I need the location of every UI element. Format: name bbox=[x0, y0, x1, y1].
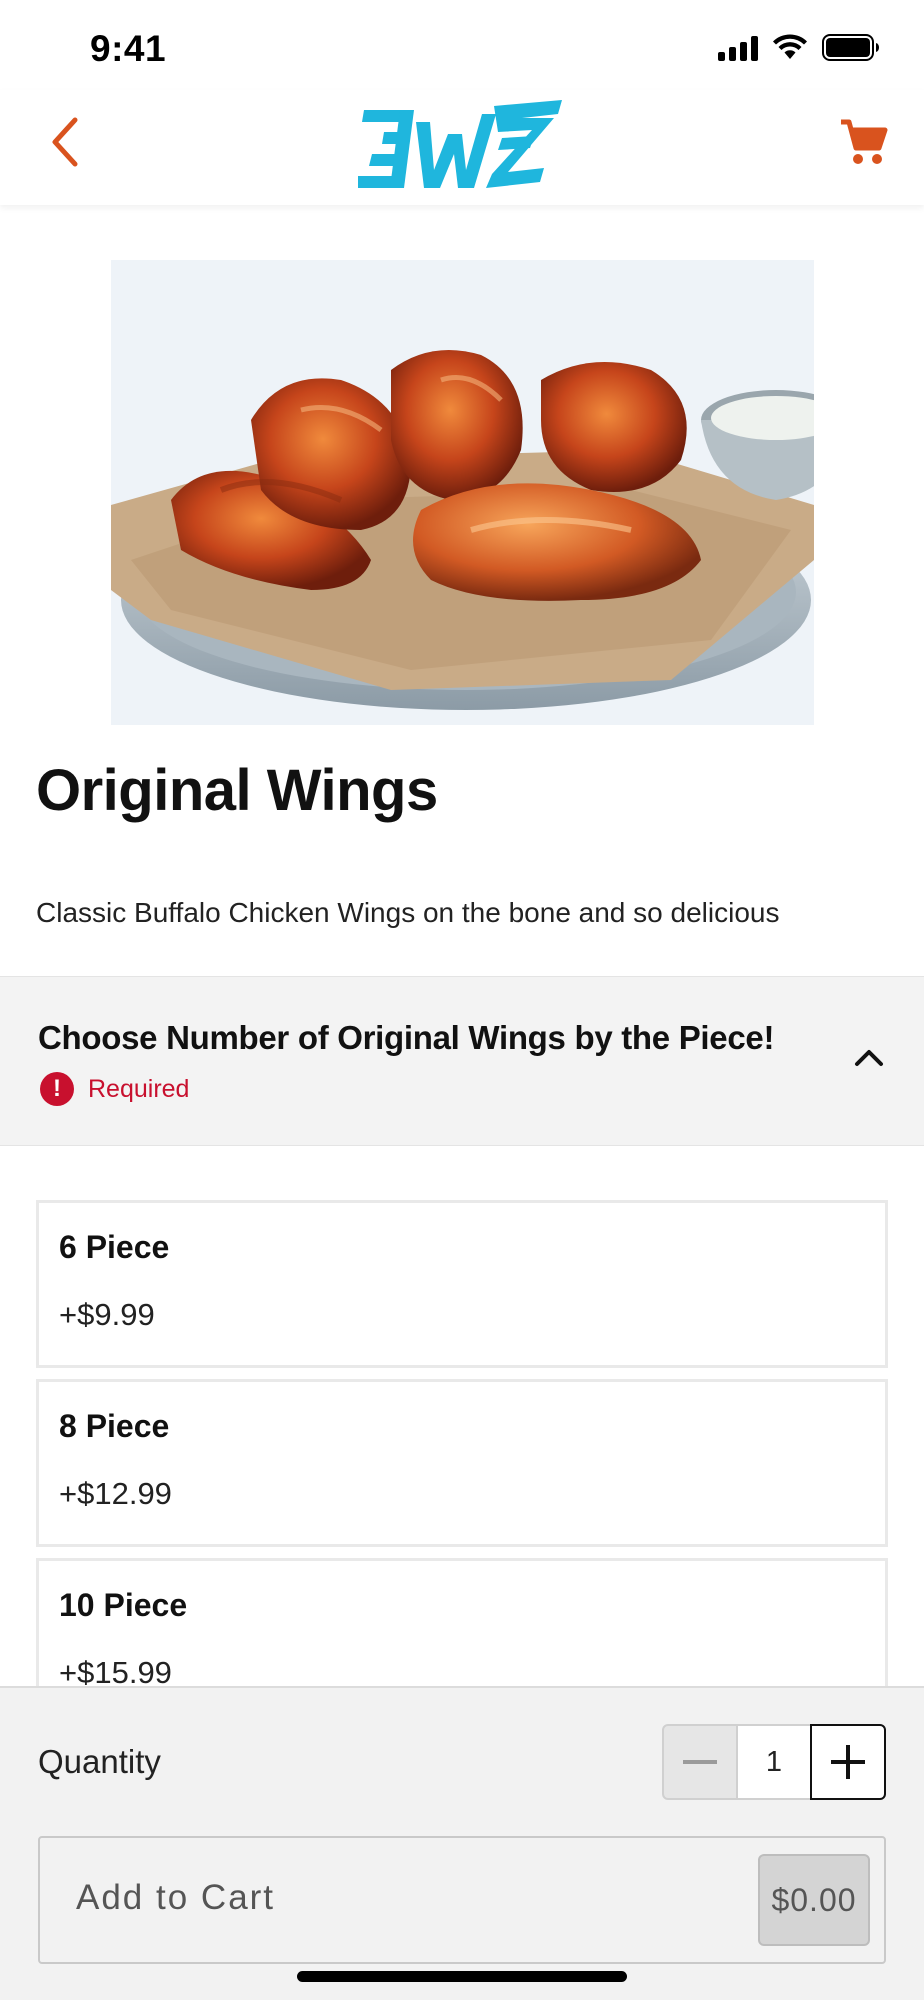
option-group-header[interactable]: Choose Number of Original Wings by the P… bbox=[0, 976, 924, 1146]
option-price: +$9.99 bbox=[59, 1297, 155, 1332]
add-to-cart-button[interactable]: Add to Cart $0.00 bbox=[38, 1836, 886, 1964]
decrease-quantity-button[interactable] bbox=[662, 1724, 738, 1800]
home-indicator bbox=[297, 1971, 627, 1982]
top-nav-bar bbox=[0, 90, 924, 205]
product-image bbox=[111, 260, 814, 725]
option-name: 8 Piece bbox=[59, 1408, 170, 1444]
wifi-icon bbox=[773, 34, 807, 59]
status-icons bbox=[718, 34, 880, 61]
status-time: 9:41 bbox=[90, 28, 167, 69]
option-price: +$12.99 bbox=[59, 1476, 172, 1511]
alert-icon: ! bbox=[40, 1072, 74, 1106]
plus-icon bbox=[831, 1745, 865, 1779]
option-name: 10 Piece bbox=[59, 1587, 188, 1623]
cellular-signal-icon bbox=[718, 35, 758, 61]
battery-icon bbox=[822, 34, 879, 61]
chevron-up-icon bbox=[855, 1050, 883, 1066]
brand-logo bbox=[358, 100, 562, 188]
status-bar: 9:41 bbox=[0, 0, 924, 90]
required-indicator: ! Required bbox=[40, 1072, 189, 1106]
option-item[interactable]: 8 Piece +$12.99 bbox=[36, 1379, 888, 1547]
total-price-badge: $0.00 bbox=[758, 1854, 870, 1946]
collapse-button[interactable] bbox=[844, 1032, 894, 1082]
back-button[interactable] bbox=[36, 112, 92, 172]
bottom-action-panel: Quantity 1 Add to Cart $0.00 bbox=[0, 1686, 924, 2000]
quantity-label: Quantity bbox=[38, 1743, 161, 1780]
required-label: Required bbox=[88, 1074, 190, 1103]
option-name: 6 Piece bbox=[59, 1229, 170, 1265]
quantity-value[interactable]: 1 bbox=[738, 1724, 810, 1800]
minus-icon bbox=[683, 1760, 717, 1764]
option-group-title: Choose Number of Original Wings by the P… bbox=[38, 1019, 775, 1056]
product-description: Classic Buffalo Chicken Wings on the bon… bbox=[36, 897, 780, 928]
add-to-cart-label: Add to Cart bbox=[76, 1878, 276, 1917]
shopping-cart-icon bbox=[841, 119, 888, 164]
chevron-left-icon bbox=[52, 117, 78, 167]
option-item[interactable]: 6 Piece +$9.99 bbox=[36, 1200, 888, 1368]
product-title: Original Wings bbox=[36, 758, 438, 823]
cart-button[interactable] bbox=[834, 112, 894, 172]
increase-quantity-button[interactable] bbox=[810, 1724, 886, 1800]
quantity-stepper: 1 bbox=[662, 1724, 886, 1800]
